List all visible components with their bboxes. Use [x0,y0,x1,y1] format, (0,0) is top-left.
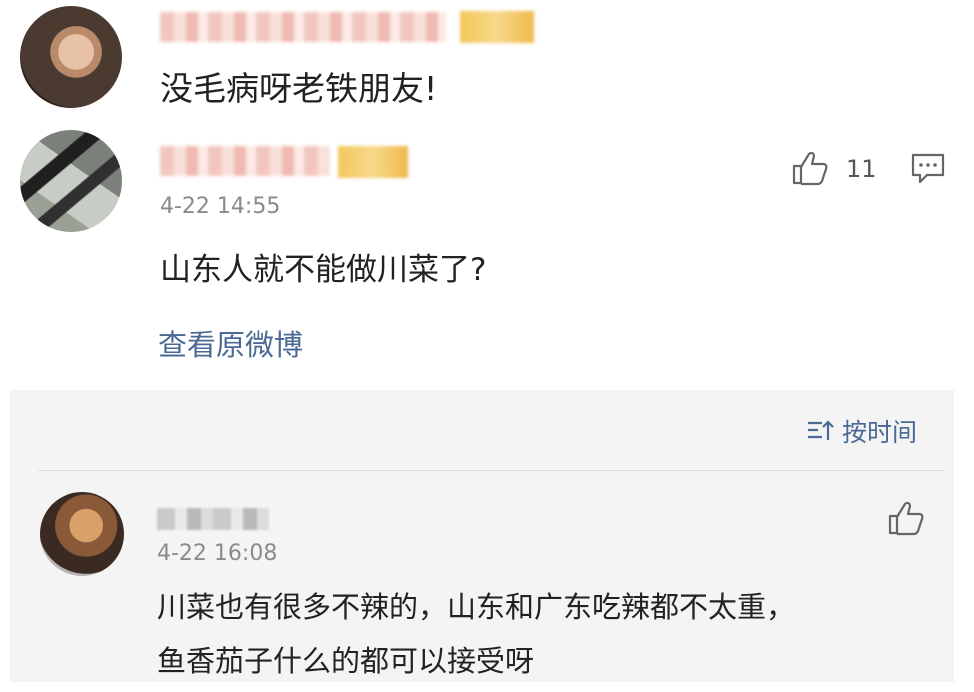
reply-text-line: 川菜也有很多不辣的，山东和广东吃辣都不太重， [157,590,796,624]
blurred-username[interactable] [157,508,269,530]
reply-time: 4-22 16:08 [157,541,278,566]
reply-text-line: 鱼香茄子什么的都可以接受呀 [157,644,535,678]
blurred-username[interactable] [160,12,446,42]
sort-icon [808,420,834,440]
like-count: 11 [846,155,877,183]
divider [38,470,944,471]
avatar[interactable] [20,130,122,232]
view-original-link[interactable]: 查看原微博 [158,322,303,364]
blurred-badge [460,11,534,43]
avatar[interactable] [40,492,124,576]
sort-label: 按时间 [842,418,918,447]
thumbs-up-icon[interactable] [886,500,926,536]
comment-time: 4-22 14:55 [160,194,281,219]
avatar[interactable] [20,6,122,108]
thumbs-up-icon[interactable] [790,150,830,186]
sort-by-time-button[interactable]: 按时间 [806,413,917,449]
blurred-username[interactable] [160,146,330,176]
comment-icon[interactable] [910,152,946,186]
blurred-badge [338,146,408,178]
comment-text: 没毛病呀老铁朋友! [160,69,438,108]
comment-text: 山东人就不能做川菜了? [160,252,487,288]
